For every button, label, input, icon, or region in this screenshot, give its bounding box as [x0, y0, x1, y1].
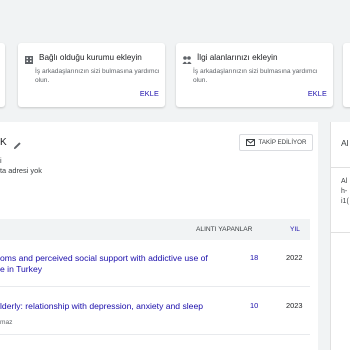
card-stub-left [0, 43, 5, 107]
article-title-link[interactable]: lderly: relationship with depression, an… [0, 301, 203, 311]
card-title: İlgi alanlarınızı ekleyin [197, 52, 278, 62]
cited-count-link[interactable]: 10 [250, 301, 258, 310]
article-authors: maz [0, 319, 13, 326]
article-title-link[interactable]: e in Turkey [0, 264, 42, 274]
articles-table-header [0, 219, 310, 240]
row-divider [0, 334, 310, 335]
side-text: Al [341, 178, 348, 185]
side-panel [330, 122, 350, 350]
follow-button[interactable]: TAKİP EDİLİYOR [239, 134, 313, 151]
column-year[interactable]: YIL [290, 226, 300, 233]
card-title: Bağlı olduğu kurumu ekleyin [39, 52, 142, 62]
article-year: 2023 [286, 301, 303, 310]
envelope-icon [245, 139, 255, 146]
divider [331, 167, 350, 168]
follow-label: TAKİP EDİLİYOR [258, 139, 307, 146]
article-year: 2022 [286, 253, 303, 262]
add-interests-button[interactable]: EKLE [308, 89, 327, 98]
add-interests-card: İlgi alanlarınızı ekleyin İş arkadaşları… [176, 43, 333, 107]
divider [331, 232, 350, 233]
card-stub-right [343, 43, 350, 107]
profile-email-status: ta adresi yok [0, 166, 42, 175]
article-title-link[interactable]: oms and perceived social support with ad… [0, 253, 208, 263]
side-text: h- [341, 188, 348, 195]
card-description: İş arkadaşlarınızın sizi bulmasına yardı… [193, 68, 318, 84]
add-affiliation-button[interactable]: EKLE [140, 89, 159, 98]
row-divider [0, 286, 310, 287]
cited-count-link[interactable]: 18 [250, 253, 258, 262]
profile-info-line: i [0, 156, 2, 165]
building-icon [24, 52, 34, 64]
people-icon [182, 52, 192, 64]
profile-name: K [0, 137, 7, 148]
side-heading: Al [341, 138, 349, 148]
edit-pencil-icon[interactable] [13, 137, 22, 150]
add-affiliation-card: Bağlı olduğu kurumu ekleyin İş arkadaşla… [18, 43, 165, 107]
card-description: İş arkadaşlarınızın sizi bulmasına yardı… [35, 68, 160, 84]
column-cited-by[interactable]: ALINTI YAPANLAR [196, 226, 252, 233]
side-text: i1( [341, 198, 349, 205]
